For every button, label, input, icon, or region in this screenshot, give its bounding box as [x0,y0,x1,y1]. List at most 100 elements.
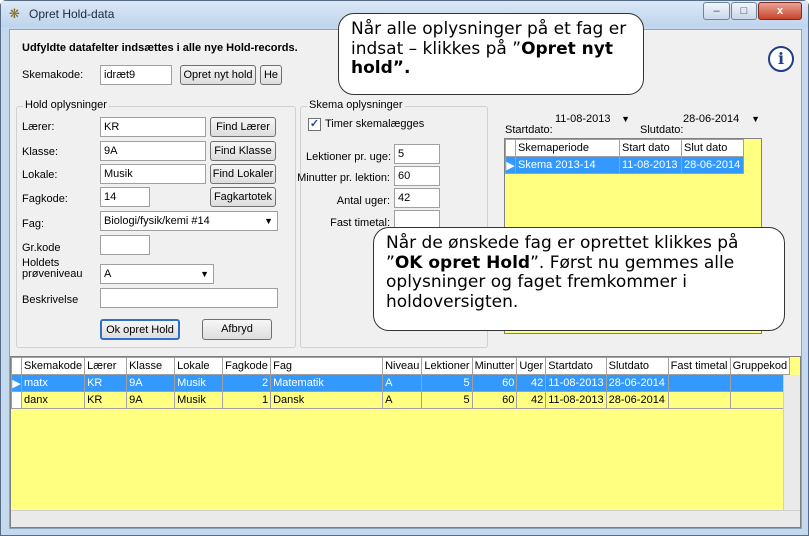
table-cell[interactable]: 28-06-2014 [681,156,744,174]
grkode-input[interactable] [100,235,150,255]
skemakode-label: Skemakode: [22,69,84,81]
find-laerer-button[interactable]: Find Lærer [210,117,276,137]
chevron-down-icon: ▼ [751,114,760,124]
startdato-label: Startdato: [505,124,553,136]
table-cell[interactable]: matx [20,374,86,392]
table-cell[interactable]: 9A [126,391,176,409]
ok-opret-hold-button[interactable]: Ok opret Hold [100,319,180,340]
column-header[interactable]: Slutdato [605,357,669,375]
niveau-label: Holdets prøveniveau [22,258,83,280]
laerer-label: Lærer: [22,121,55,133]
niveau-select[interactable]: A ▼ [100,264,214,284]
table-cell[interactable]: Dansk [270,391,384,409]
form-heading: Udfyldte datafelter indsættes i alle nye… [22,42,298,54]
minutter-input[interactable]: 60 [394,166,440,186]
partial-button[interactable]: He [260,65,282,85]
table-cell[interactable]: 11-08-2013 [619,156,682,174]
table-cell[interactable]: 2 [222,374,272,392]
startdato-picker[interactable]: 11-08-2013 ▼ [552,110,634,130]
column-header[interactable]: Gruppekod [729,357,791,375]
table-cell[interactable]: Matematik [270,374,384,392]
maximize-button[interactable]: □ [731,2,757,20]
column-header[interactable]: Start dato [619,139,682,157]
column-header[interactable]: Slut dato [681,139,744,157]
table-cell[interactable]: 5 [421,391,473,409]
table-cell[interactable]: Musik [174,391,224,409]
table-cell[interactable]: danx [20,391,86,409]
klasse-input[interactable]: 9A [100,141,206,161]
table-row[interactable]: danx KR 9A Musik 1 Dansk A 5 60 42 11-08… [11,391,791,409]
horizontal-scrollbar[interactable] [11,510,800,527]
column-header[interactable]: Skemakode [20,357,86,375]
timer-label: Timer skemalægges [325,118,425,130]
timer-checkbox[interactable]: ✓ [308,118,321,131]
minimize-button[interactable]: – [703,2,730,20]
laerer-input[interactable]: KR [100,117,206,137]
table-row[interactable]: ▶ matx KR 9A Musik 2 Matematik A 5 60 42… [11,374,791,392]
table-cell[interactable]: 11-08-2013 [545,391,607,409]
niveau-value: A [104,268,112,280]
table-cell[interactable]: 42 [516,374,547,392]
column-header[interactable]: Startdato [545,357,607,375]
column-header[interactable]: Skemaperiode [515,139,620,157]
skema-group-title: Skema oplysninger [307,99,405,111]
lektioner-input[interactable]: 5 [394,144,440,164]
slutdato-label: Slutdato: [640,124,684,136]
table-cell[interactable] [667,374,731,392]
afbryd-button[interactable]: Afbryd [202,319,272,340]
table-cell[interactable]: 60 [471,391,518,409]
info-icon[interactable]: i [768,46,794,72]
fast-timetal-label: Fast timetal: [330,217,390,229]
column-header[interactable]: Lærer [84,357,128,375]
column-header[interactable]: Lokale [174,357,224,375]
fagkode-input[interactable]: 14 [100,187,150,207]
table-cell[interactable] [729,391,791,409]
row-header [505,139,516,157]
table-cell[interactable]: 60 [471,374,518,392]
opret-nyt-hold-button[interactable]: Opret nyt hold [180,65,256,85]
close-button[interactable]: x [758,2,802,20]
fag-select[interactable]: Biologi/fysik/kemi #14 ▼ [100,211,278,231]
table-cell[interactable]: 9A [126,374,176,392]
table-cell[interactable]: Musik [174,374,224,392]
table-cell[interactable]: 5 [421,374,473,392]
table-cell[interactable]: KR [84,374,128,392]
table-cell[interactable]: 1 [222,391,272,409]
table-cell[interactable]: Skema 2013-14 [515,156,620,174]
column-header[interactable]: Lektioner [421,357,473,375]
uger-input[interactable]: 42 [394,188,440,208]
column-header[interactable]: Fag [270,357,384,375]
table-cell[interactable] [667,391,731,409]
table-cell[interactable]: 28-06-2014 [605,391,669,409]
find-klasse-button[interactable]: Find Klasse [210,141,276,161]
table-cell[interactable]: KR [84,391,128,409]
find-lokaler-button[interactable]: Find Lokaler [210,164,276,184]
hold-group-title: Hold oplysninger [23,99,109,111]
app-window: ❋ Opret Hold-data – □ x Udfyldte datafel… [0,0,809,536]
slutdato-picker[interactable]: 28-06-2014 ▼ [680,110,764,130]
table-cell[interactable]: 11-08-2013 [545,374,607,392]
hold-grid[interactable]: Skemakode Lærer Klasse Lokale Fagkode Fa… [10,356,801,528]
column-header[interactable]: Minutter [471,357,518,375]
table-cell[interactable]: A [382,374,423,392]
table-cell[interactable] [729,374,791,392]
beskrivelse-input[interactable] [100,288,278,308]
column-header[interactable]: Fast timetal [667,357,731,375]
lokale-label: Lokale: [22,169,58,181]
table-row[interactable]: ▶ Skema 2013-14 11-08-2013 28-06-2014 [505,156,744,174]
row-pointer-icon: ▶ [505,156,516,174]
row-header [11,357,22,375]
callout-ok-opret-hold: Når de ønskede fag er oprettet klikkes p… [373,227,785,331]
column-header[interactable]: Uger [516,357,547,375]
column-header[interactable]: Fagkode [222,357,272,375]
table-cell[interactable]: 28-06-2014 [605,374,669,392]
fagkartotek-button[interactable]: Fagkartotek [210,187,276,207]
vertical-scrollbar[interactable] [783,375,800,511]
column-header[interactable]: Niveau [382,357,423,375]
table-cell[interactable]: A [382,391,423,409]
uger-label: Antal uger: [336,195,390,207]
skemakode-input[interactable]: idræt9 [100,65,172,85]
column-header[interactable]: Klasse [126,357,176,375]
table-cell[interactable]: 42 [516,391,547,409]
lokale-input[interactable]: Musik [100,164,206,184]
